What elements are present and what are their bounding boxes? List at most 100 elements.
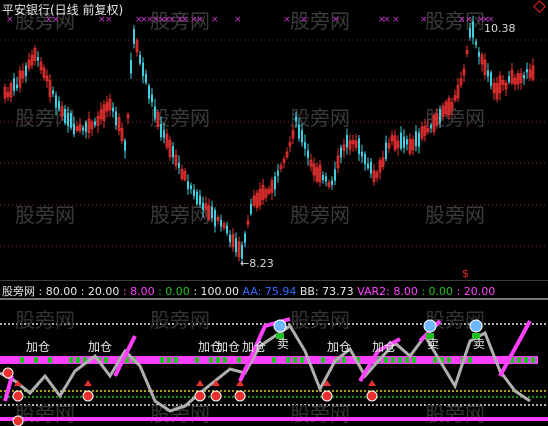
band-block — [195, 357, 199, 363]
candle-body — [85, 122, 87, 132]
candle-body — [469, 27, 471, 38]
candle-body — [439, 109, 441, 123]
signal-marker: × — [420, 15, 428, 25]
indicator-value-4: : 0.00 — [158, 285, 190, 298]
candle-body — [418, 132, 420, 147]
up-arrow-icon — [196, 380, 204, 386]
candle-body — [67, 112, 69, 126]
band-block — [293, 357, 297, 363]
candle-body — [187, 181, 189, 190]
candle-body — [160, 123, 162, 138]
candlestick-chart[interactable]: 股旁网 股旁网 股旁网 股旁网股旁网 股旁网 股旁网 股旁网股旁网 股旁网 股旁网 股旁网× × × ×… — [0, 0, 548, 280]
candle-body — [13, 78, 15, 91]
band-block — [69, 357, 73, 363]
buy-label: 加仓 — [26, 340, 50, 354]
band-block — [216, 357, 220, 363]
indicator-pane[interactable]: 股旁网 股旁网 股旁网 股旁网 股旁网 股旁网 股旁网 股旁网 加仓 加仓 加仓 加仓 加仓 加仓 加仓卖卖… — [0, 281, 548, 426]
watermark: 股旁网 — [425, 402, 485, 426]
candle-body — [37, 57, 39, 61]
signal-marker: × — [168, 15, 176, 25]
candle-body — [211, 206, 213, 219]
buy-signal-ball-icon — [366, 390, 378, 402]
candle-body — [304, 142, 306, 149]
candle-body — [298, 124, 300, 139]
low-price-label: ←8.23 — [240, 257, 274, 270]
buy-signal-ball-icon — [12, 390, 24, 402]
indicator-name: 股旁网 — [2, 285, 35, 298]
sell-signal-ball-icon — [423, 319, 437, 333]
band-block — [34, 357, 38, 363]
sell-label: 卖 — [277, 337, 289, 351]
candle-body — [274, 176, 276, 190]
indicator-var2b: : 0.00 — [421, 285, 454, 298]
indicator-var2: VAR2: 8.00 — [357, 285, 418, 298]
watermark: 股旁网 — [425, 203, 485, 227]
band-block — [237, 357, 241, 363]
dollar-marker-icon: $ — [462, 267, 469, 280]
signal-marker: × — [181, 15, 189, 25]
signal-marker: × — [283, 15, 291, 25]
candle-body — [148, 85, 150, 99]
watermark: 股旁网 — [425, 9, 485, 33]
signal-marker: × — [465, 15, 473, 25]
candle-body — [406, 139, 408, 145]
buy-signal-ball-icon — [234, 390, 246, 402]
buy-signal-ball-icon — [2, 367, 14, 379]
up-arrow-icon — [368, 380, 376, 386]
indicator-chart[interactable]: 股旁网 股旁网 股旁网 股旁网股旁网 股旁网 股旁网 股旁网加仓 加仓 加仓加仓 加仓 加仓 加仓卖卖… — [0, 281, 548, 426]
signal-marker: × — [300, 15, 308, 25]
candle-body — [172, 146, 174, 158]
band-block — [76, 357, 80, 363]
candle-body — [364, 153, 366, 165]
watermark: 股旁网 — [290, 308, 350, 332]
buy-label: 加仓 — [242, 340, 266, 354]
band-block — [391, 357, 395, 363]
chart-title: 平安银行(日线 前复权) — [2, 3, 124, 17]
candle-body — [235, 238, 237, 253]
candle-body — [367, 163, 369, 169]
band-block — [517, 357, 521, 363]
candle-body — [487, 70, 489, 77]
candle-body — [340, 147, 342, 158]
band-block — [524, 357, 528, 363]
candle-body — [130, 60, 132, 74]
candle-body — [403, 136, 405, 148]
watermark: 股旁网 — [150, 203, 210, 227]
watermark: 股旁网 — [290, 203, 350, 227]
candle-body — [193, 189, 195, 197]
candle-body — [139, 54, 141, 64]
band-block — [48, 357, 52, 363]
indicator-header: 股旁网 : 80.00 : 20.00 : 8.00 : 0.00 : 100.… — [2, 283, 495, 299]
candle-body — [478, 52, 480, 57]
candle-body — [490, 72, 492, 86]
watermark: 股旁网 — [290, 402, 350, 426]
band-block — [398, 357, 402, 363]
watermark: 股旁网 — [15, 308, 75, 332]
candle-body — [82, 127, 84, 131]
sell-label: 卖 — [473, 337, 485, 351]
indicator-aa: AA: 75.94 — [242, 285, 297, 298]
candle-body — [472, 21, 474, 38]
indicator-value-5: : 100.00 — [193, 285, 240, 298]
candle-body — [301, 130, 303, 143]
candle-body — [73, 123, 75, 135]
price-chart-pane[interactable]: 股旁网 股旁网 股旁网 股旁网 股旁网 股旁网 股旁网 股旁网 股旁网 股旁网 股旁网 股旁网 × × × ×… — [0, 0, 548, 280]
buy-signal-ball-icon — [194, 390, 206, 402]
watermark: 股旁网 — [15, 402, 75, 426]
candle-body — [358, 138, 360, 155]
signal-marker: × — [392, 15, 400, 25]
buy-signal-ball-icon — [210, 390, 222, 402]
indicator-value-1: : 80.00 — [38, 285, 78, 298]
sell-signal-ball-icon — [469, 319, 483, 333]
buy-signal-ball-icon — [321, 390, 333, 402]
watermark: 股旁网 — [290, 9, 350, 33]
band-block — [412, 357, 416, 363]
buy-label: 加仓 — [88, 340, 112, 354]
band-block — [104, 357, 108, 363]
candle-body — [475, 41, 477, 45]
candle-body — [196, 191, 198, 205]
band-block — [209, 357, 213, 363]
band-block — [405, 357, 409, 363]
candle-body — [385, 142, 387, 160]
indicator-bb: BB: 73.73 — [299, 285, 354, 298]
